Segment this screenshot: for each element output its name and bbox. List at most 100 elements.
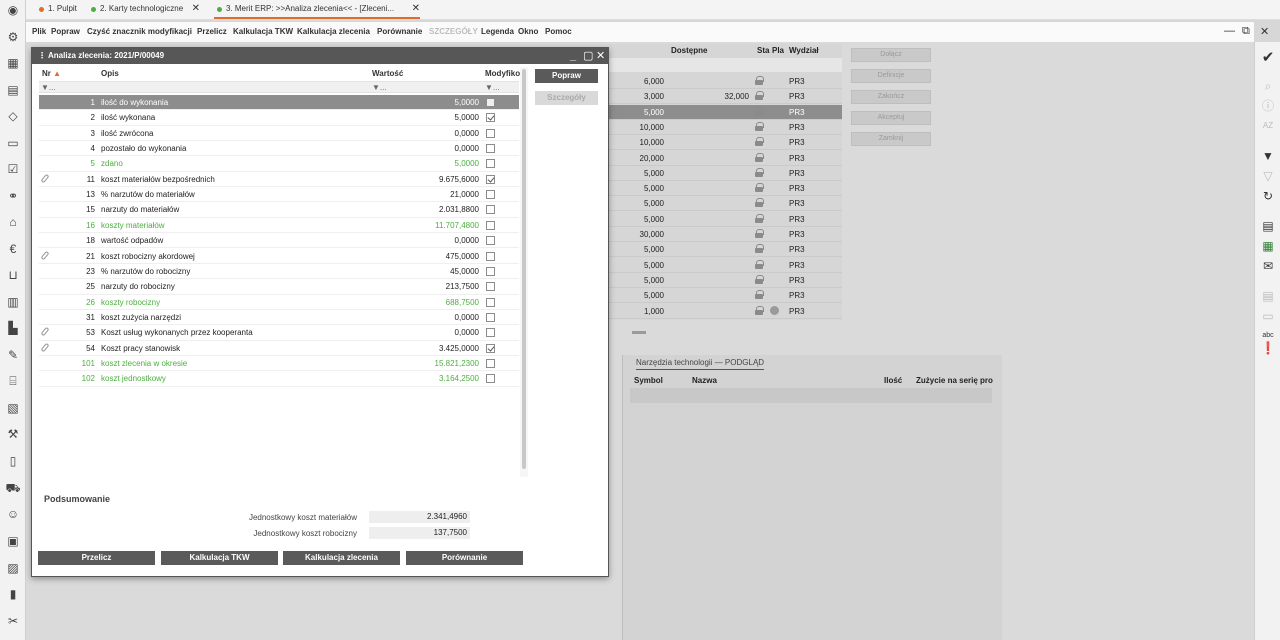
excel-icon[interactable]: ▦ bbox=[1260, 238, 1276, 254]
bank-icon[interactable]: ⌂ bbox=[5, 214, 21, 230]
image-icon[interactable]: ▨ bbox=[5, 560, 21, 576]
menu-plik[interactable]: Plik bbox=[32, 27, 46, 36]
column-header-wartosc[interactable]: Wartość bbox=[372, 69, 403, 78]
tab-analiza-zlecenia[interactable]: 3. Merit ERP: >>Analiza zlecenia<< - [Zl… bbox=[214, 0, 420, 19]
kalkulacja-zlecenia-button[interactable]: Kalkulacja zlecenia bbox=[283, 551, 400, 565]
background-row[interactable]: 3,000 32,000 PR3 bbox=[609, 89, 842, 105]
porownanie-button[interactable]: Porównanie bbox=[406, 551, 523, 565]
table-row[interactable]: 13 % narzutów do materiałów 21,0000 bbox=[39, 187, 519, 203]
column-header-dostepne[interactable]: Dostępne bbox=[671, 46, 707, 55]
row-modified-checkbox[interactable] bbox=[486, 144, 495, 154]
popraw-button[interactable]: Popraw bbox=[535, 69, 598, 83]
alert-icon[interactable]: ❗ bbox=[1260, 340, 1276, 356]
background-row[interactable]: 20,000 PR3 bbox=[609, 151, 842, 166]
background-row[interactable]: 30,000 PR3 bbox=[609, 227, 842, 242]
tab-narzedzia-podglad[interactable]: Narzędzia technologii — PODGLĄD bbox=[636, 358, 765, 370]
handshake-icon[interactable]: ⚭ bbox=[5, 188, 21, 204]
table-row[interactable]: 102 koszt jednostkowy 3.164,2500 bbox=[39, 371, 519, 387]
background-row[interactable]: 5,000 PR3 bbox=[609, 196, 842, 212]
background-row[interactable]: 1,000 PR3 bbox=[609, 304, 842, 319]
filter-nr[interactable]: ▼... bbox=[41, 83, 56, 92]
menu-kalkulacja-zlecenia[interactable]: Kalkulacja zlecenia bbox=[297, 27, 370, 36]
background-filter-row[interactable] bbox=[609, 58, 842, 72]
column-header-nr[interactable]: Nr ▲ bbox=[42, 69, 61, 78]
background-row[interactable]: 5,000 PR3 bbox=[609, 104, 842, 120]
dialog-minimize-icon[interactable]: _ bbox=[570, 48, 576, 64]
row-modified-checkbox[interactable] bbox=[486, 220, 495, 230]
brush-icon[interactable]: ✎ bbox=[5, 347, 21, 363]
table-row[interactable]: 5 zdano 5,0000 bbox=[39, 156, 519, 172]
table-row[interactable]: 25 narzuty do robocizny 213,7500 bbox=[39, 279, 519, 295]
tools-header-zuzycie[interactable]: Zużycie na serię pro bbox=[916, 376, 993, 385]
table-row[interactable]: 26 koszty robocizny 688,7500 bbox=[39, 295, 519, 310]
splitter-handle[interactable] bbox=[632, 331, 646, 334]
table-row[interactable]: 1 ilość do wykonania 5,0000 bbox=[39, 95, 519, 111]
column-header-sta[interactable]: Sta bbox=[757, 46, 769, 55]
background-row[interactable]: 5,000 PR3 bbox=[609, 242, 842, 258]
table-row[interactable]: 101 koszt zlecenia w okresie 15.821,2300 bbox=[39, 356, 519, 372]
row-modified-checkbox[interactable] bbox=[486, 251, 495, 261]
table-row[interactable]: 15 narzuty do materiałów 2.031,8800 bbox=[39, 202, 519, 218]
wrench-icon[interactable]: ⚒ bbox=[5, 426, 21, 442]
row-modified-checkbox[interactable] bbox=[486, 236, 495, 246]
mail-icon[interactable]: ✉ bbox=[1260, 258, 1276, 274]
filter-icon[interactable]: ▼ bbox=[1260, 148, 1276, 164]
row-modified-checkbox[interactable] bbox=[486, 113, 495, 123]
structure-icon[interactable]: ⚙ bbox=[5, 29, 21, 45]
row-modified-checkbox[interactable] bbox=[486, 98, 495, 107]
row-modified-checkbox[interactable] bbox=[486, 312, 495, 322]
menu-okno[interactable]: Okno bbox=[518, 27, 538, 36]
column-header-wydzial[interactable]: Wydział bbox=[789, 46, 819, 55]
tools-empty-row[interactable] bbox=[630, 388, 992, 403]
background-row[interactable]: 10,000 PR3 bbox=[609, 135, 842, 151]
row-modified-checkbox[interactable] bbox=[486, 328, 495, 338]
dialog-close-icon[interactable]: ✕ bbox=[596, 48, 605, 64]
euro-icon[interactable]: € bbox=[5, 241, 21, 257]
table-row[interactable]: 53 Koszt usług wykonanych przez kooperant… bbox=[39, 325, 519, 341]
bar-chart-icon[interactable]: ▮ bbox=[5, 586, 21, 602]
row-modified-checkbox[interactable] bbox=[486, 297, 495, 307]
menu-kalkulacja-tkw[interactable]: Kalkulacja TKW bbox=[233, 27, 293, 36]
row-modified-checkbox[interactable] bbox=[486, 174, 495, 184]
table-row[interactable]: 3 ilość zwrócona 0,0000 bbox=[39, 126, 519, 142]
card-icon[interactable]: ▭ bbox=[5, 135, 21, 151]
row-modified-checkbox[interactable] bbox=[486, 205, 495, 215]
menu-czysc-znacznik[interactable]: Czyść znacznik modyfikacji bbox=[87, 27, 192, 36]
refresh-icon[interactable]: ↻ bbox=[1260, 188, 1276, 204]
tab-pulpit[interactable]: 1. Pulpit bbox=[36, 0, 88, 19]
background-row[interactable]: 5,000 PR3 bbox=[609, 166, 842, 181]
background-row[interactable]: 5,000 PR3 bbox=[609, 273, 842, 288]
diamond-icon[interactable]: ◇ bbox=[5, 108, 21, 124]
checklist-icon[interactable]: ☑ bbox=[5, 161, 21, 177]
background-row[interactable]: 5,000 PR3 bbox=[609, 288, 842, 304]
menu-popraw[interactable]: Popraw bbox=[51, 27, 80, 36]
row-modified-checkbox[interactable] bbox=[486, 159, 495, 169]
row-modified-checkbox[interactable] bbox=[486, 190, 495, 200]
background-row[interactable]: 10,000 PR3 bbox=[609, 120, 842, 135]
dialog-maximize-icon[interactable]: ▢ bbox=[583, 48, 593, 64]
background-row[interactable]: 5,000 PR3 bbox=[609, 181, 842, 197]
row-modified-checkbox[interactable] bbox=[486, 358, 495, 368]
tools-icon[interactable]: ✂ bbox=[5, 613, 21, 629]
row-modified-checkbox[interactable] bbox=[486, 266, 495, 276]
table-row[interactable]: 4 pozostało do wykonania 0,0000 bbox=[39, 141, 519, 157]
table-row[interactable]: 21 koszt robocizny akordowej 475,0000 bbox=[39, 249, 519, 264]
vertical-scrollbar[interactable] bbox=[520, 67, 528, 477]
menu-legenda[interactable]: Legenda bbox=[481, 27, 514, 36]
close-tab-icon[interactable]: ✕ bbox=[412, 0, 420, 18]
close-window-icon[interactable]: ✕ bbox=[1260, 25, 1269, 38]
tools-header-nazwa[interactable]: Nazwa bbox=[692, 376, 717, 385]
scrollbar-thumb[interactable] bbox=[522, 69, 526, 469]
table-row[interactable]: 31 koszt zużycia narzędzi 0,0000 bbox=[39, 310, 519, 326]
table-row[interactable]: 16 koszty materiałów 11.707,4800 bbox=[39, 218, 519, 234]
restore-window-icon[interactable]: ⧉ bbox=[1242, 25, 1250, 38]
tools-header-symbol[interactable]: Symbol bbox=[634, 376, 663, 385]
table-row[interactable]: 11 koszt materiałów bezpośrednich 9.675,60… bbox=[39, 172, 519, 188]
calculator-icon[interactable]: ▤ bbox=[5, 82, 21, 98]
tools-header-ilosc[interactable]: Ilość bbox=[884, 376, 902, 385]
background-row[interactable]: 5,000 PR3 bbox=[609, 212, 842, 227]
menu-przelicz[interactable]: Przelicz bbox=[197, 27, 227, 36]
trash-icon[interactable]: ▯ bbox=[5, 453, 21, 469]
kalkulacja-tkw-button[interactable]: Kalkulacja TKW bbox=[161, 551, 278, 565]
grip-icon[interactable]: ⋮ bbox=[38, 48, 46, 64]
